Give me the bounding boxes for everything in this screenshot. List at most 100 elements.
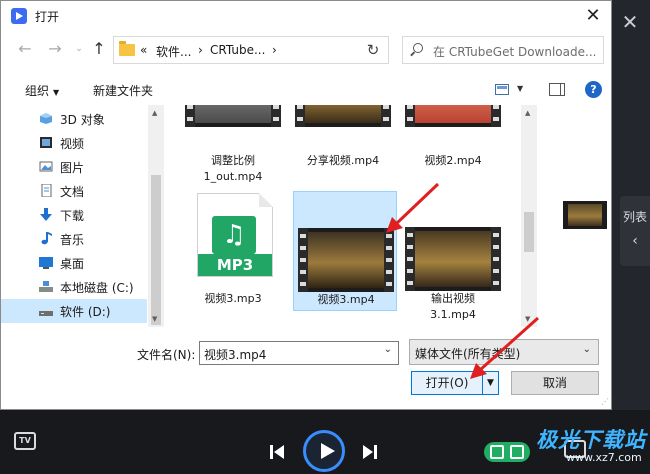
sidebar-item-label: 下载 xyxy=(60,209,85,223)
search-icon xyxy=(413,43,423,53)
new-folder-button[interactable]: 新建文件夹 xyxy=(93,82,153,99)
navigation-pane-scrollbar[interactable]: ▲ ▼ xyxy=(148,105,164,327)
resize-grip-icon[interactable]: ⋰ xyxy=(601,397,609,406)
download-arrow-icon xyxy=(40,208,52,221)
view-mode-icon[interactable] xyxy=(495,84,509,95)
watermark-text: 极光下载站 xyxy=(536,428,646,452)
file-item-selected[interactable]: 视频3.mp4 xyxy=(293,191,397,311)
play-button[interactable] xyxy=(303,430,345,472)
breadcrumb-software[interactable]: 软件... xyxy=(156,43,191,60)
sidebar-item-documents[interactable]: 文档 xyxy=(1,179,147,203)
sidebar-item-label: 软件 (D:) xyxy=(60,305,111,319)
breadcrumb-separator[interactable]: › xyxy=(272,43,277,57)
sidebar-item-label: 音乐 xyxy=(60,233,85,247)
video-thumbnail xyxy=(405,227,501,291)
scroll-up-icon[interactable]: ▲ xyxy=(152,109,157,117)
filename-label: 文件名(N): xyxy=(137,348,196,362)
scrollbar-thumb[interactable] xyxy=(524,212,534,252)
sidebar-item-label: 图片 xyxy=(60,161,85,175)
file-item[interactable]: 调整比例 1_out.mp4 xyxy=(181,105,285,183)
view-caret-icon[interactable]: ▼ xyxy=(517,84,523,93)
recent-locations-caret-icon[interactable]: ⌄ xyxy=(69,39,89,59)
sidebar-item-label: 文档 xyxy=(60,185,85,199)
video-thumbnail xyxy=(405,105,501,127)
open-file-dialog: 打开 ✕ ← → ⌄ ↑ « 软件... › CRTube... › ↻ 在 C… xyxy=(0,0,612,410)
file-name-line2: 3.1.mp4 xyxy=(430,308,476,321)
dialog-title: 打开 xyxy=(35,10,60,24)
sidebar-item-drive-d[interactable]: 软件 (D:) xyxy=(1,299,147,323)
chevron-down-icon[interactable]: ⌄ xyxy=(384,344,392,355)
file-name: 视频3.mp4 xyxy=(317,293,375,306)
sidebar-item-pictures[interactable]: 图片 xyxy=(1,155,147,179)
mp3-file-icon: ♫ MP3 xyxy=(197,193,273,277)
previous-track-icon[interactable] xyxy=(267,442,287,462)
file-name: 视频2.mp4 xyxy=(424,154,482,167)
navigation-pane: 3D 对象 视频 图片 文档 下载 音乐 桌面 本地磁盘 (C:) 软件 (D:… xyxy=(1,105,147,327)
file-item[interactable]: 分享视频.mp4 xyxy=(291,105,395,183)
back-arrow-icon[interactable]: ← xyxy=(15,39,35,59)
file-name-line2: 1_out.mp4 xyxy=(203,170,263,183)
scroll-up-icon[interactable]: ▲ xyxy=(525,109,530,117)
open-button[interactable]: 打开(O) xyxy=(411,371,483,395)
file-item[interactable]: ♫ MP3 视频3.mp3 xyxy=(181,191,285,311)
sidebar-item-videos[interactable]: 视频 xyxy=(1,131,147,155)
address-bar[interactable]: « 软件... › CRTube... › xyxy=(113,36,389,64)
documents-folder-icon xyxy=(41,184,52,197)
music-note-icon: ♫ xyxy=(212,216,256,254)
scrollbar-thumb[interactable] xyxy=(151,175,161,325)
navigation-bar: ← → ⌄ ↑ « 软件... › CRTube... › ↻ 在 CRTube… xyxy=(1,31,611,69)
sidebar-item-desktop[interactable]: 桌面 xyxy=(1,251,147,275)
forward-arrow-icon[interactable]: → xyxy=(45,39,65,59)
sidebar-item-label: 本地磁盘 (C:) xyxy=(60,281,134,295)
file-name: 调整比例 xyxy=(211,154,255,167)
app-close-icon[interactable]: ✕ xyxy=(618,10,642,34)
sidebar-item-downloads[interactable]: 下载 xyxy=(1,203,147,227)
file-item[interactable]: 输出视频 3.1.mp4 xyxy=(401,191,505,321)
chevron-down-icon[interactable]: ⌄ xyxy=(583,344,591,355)
dialog-titlebar: 打开 ✕ xyxy=(1,1,611,31)
open-options-dropdown[interactable]: ▼ xyxy=(483,371,499,395)
file-list-scrollbar[interactable]: ▲ ▼ xyxy=(521,105,537,327)
mp3-badge: MP3 xyxy=(198,254,272,276)
file-item[interactable]: 视频2.mp4 xyxy=(401,105,505,183)
filetype-select[interactable]: 媒体文件(所有类型) ⌄ xyxy=(409,339,599,365)
playlist-tab[interactable]: 列表 ‹ xyxy=(620,196,650,266)
sidebar-item-drive-c[interactable]: 本地磁盘 (C:) xyxy=(1,275,147,299)
up-folder-icon[interactable]: ↑ xyxy=(89,39,109,59)
sidebar-item-music[interactable]: 音乐 xyxy=(1,227,147,251)
watermark-logo: 极光下载站 www.xz7.com xyxy=(520,424,646,468)
scroll-down-icon[interactable]: ▼ xyxy=(525,315,530,323)
search-box[interactable]: 在 CRTubeGet Downloade... xyxy=(402,36,604,64)
sidebar-item-label: 桌面 xyxy=(60,257,85,271)
organize-label: 组织 xyxy=(25,84,50,98)
preview-thumbnail xyxy=(563,201,607,229)
search-placeholder: 在 CRTubeGet Downloade... xyxy=(433,45,597,59)
video-folder-icon xyxy=(40,137,52,148)
video-thumbnail xyxy=(295,105,391,127)
scroll-down-icon[interactable]: ▼ xyxy=(152,315,157,323)
file-name: 分享视频.mp4 xyxy=(306,154,380,167)
tv-icon[interactable]: TV xyxy=(14,432,36,450)
file-name: 输出视频 xyxy=(431,292,475,305)
breadcrumb-overflow[interactable]: « xyxy=(140,43,147,57)
3d-objects-icon xyxy=(40,113,52,124)
help-icon[interactable]: ? xyxy=(585,81,602,98)
breadcrumb-crtube[interactable]: CRTube... xyxy=(210,43,265,57)
dialog-close-icon[interactable]: ✕ xyxy=(579,4,607,28)
chevron-left-icon: ‹ xyxy=(632,233,638,249)
next-track-icon[interactable] xyxy=(360,442,380,462)
refresh-icon[interactable]: ↻ xyxy=(358,36,388,64)
sidebar-item-3d-objects[interactable]: 3D 对象 xyxy=(1,107,147,131)
playlist-tab-label: 列表 xyxy=(622,210,647,224)
pictures-folder-icon xyxy=(39,161,53,172)
cancel-button[interactable]: 取消 xyxy=(511,371,599,395)
filename-field[interactable]: 视频3.mp4 ⌄ xyxy=(199,341,399,365)
filetype-value: 媒体文件(所有类型) xyxy=(415,347,521,361)
drive-icon xyxy=(39,281,53,292)
breadcrumb-separator[interactable]: › xyxy=(198,43,203,57)
music-note-icon xyxy=(41,232,52,245)
caret-down-icon: ▼ xyxy=(53,88,60,97)
preview-pane-icon[interactable] xyxy=(549,83,565,96)
folder-icon xyxy=(119,41,135,56)
organize-menu[interactable]: 组织 ▼ xyxy=(25,82,59,99)
